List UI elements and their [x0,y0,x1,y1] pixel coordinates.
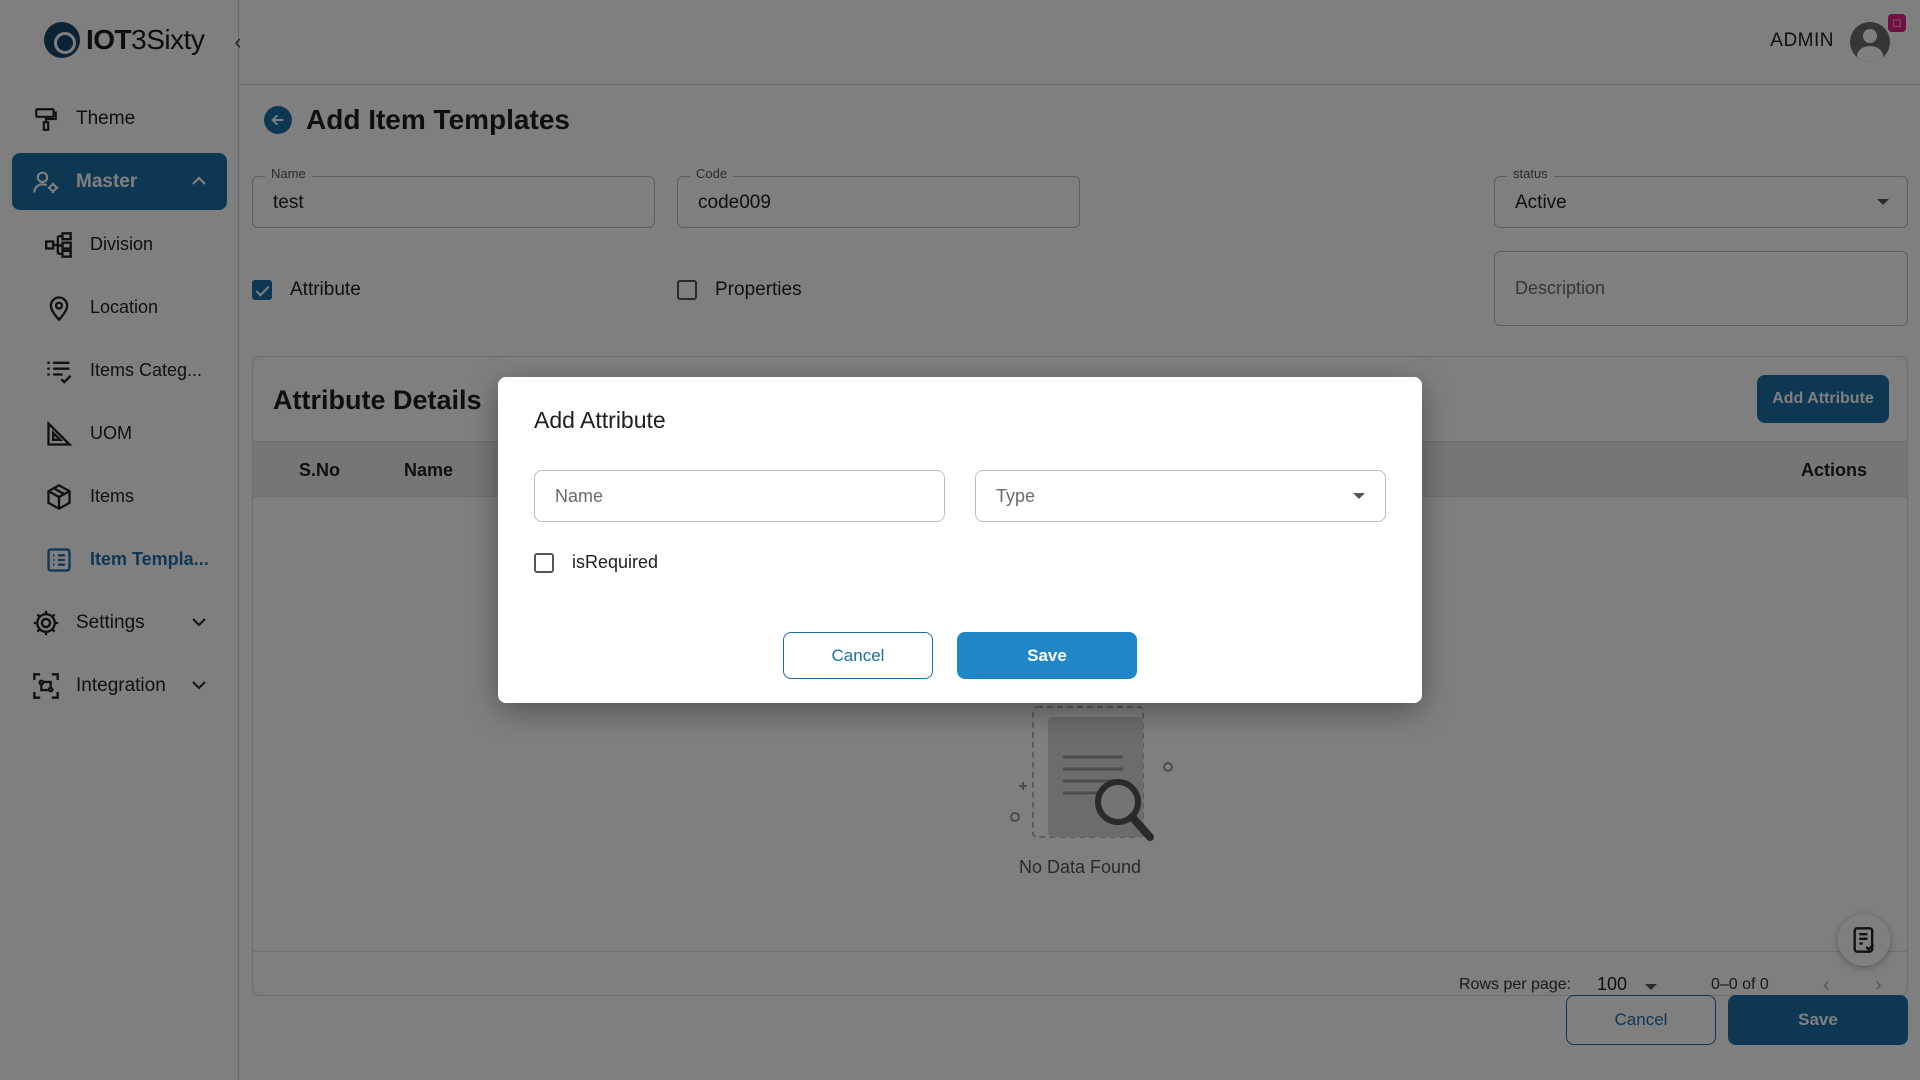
dialog-save-button[interactable]: Save [957,632,1137,679]
attribute-name-input[interactable]: Name [534,470,945,522]
is-required-checkbox[interactable] [534,552,554,573]
attribute-name-placeholder: Name [555,486,604,506]
attribute-type-select[interactable]: Type [975,470,1386,522]
dialog-title: Add Attribute [534,407,666,433]
is-required-label: isRequired [572,552,659,572]
is-required-checkbox-row[interactable]: isRequired [534,552,658,573]
dialog-cancel-button[interactable]: Cancel [783,632,933,679]
attribute-type-placeholder: Type [996,486,1036,506]
dropdown-caret-icon [1353,493,1365,499]
add-attribute-dialog: Add Attribute Name Type isRequired Cance… [498,377,1422,703]
